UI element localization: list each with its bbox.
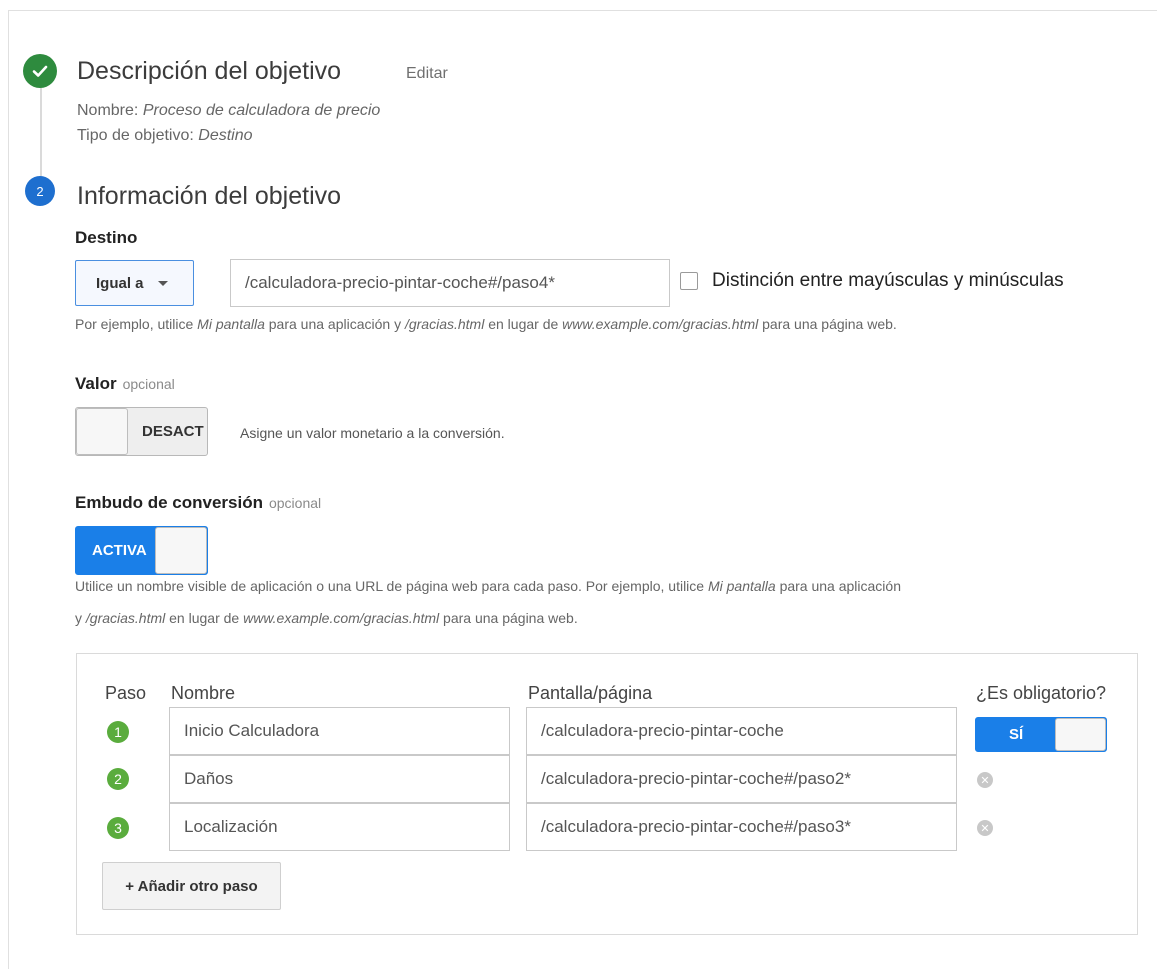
hint-text: para una página web. [443,610,578,626]
step-screen-input[interactable] [526,755,957,803]
add-step-button[interactable]: + Añadir otro paso [102,862,281,910]
step1-title: Descripción del objetivo [77,57,342,85]
step-number-badge: 2 [107,768,129,790]
value-description: Asigne un valor monetario a la conversió… [240,425,505,441]
value-label: Valor [75,374,117,393]
goal-name-value: Proceso de calculadora de precio [142,102,381,119]
remove-step-icon[interactable]: ✕ [977,820,993,836]
optional-tag: opcional [122,376,175,392]
step-number-badge: 3 [107,817,129,839]
hint-example-page: /gracias.html [404,316,485,332]
step-number-badge: 1 [107,721,129,743]
hint-text: en lugar de [488,316,559,332]
destination-input[interactable] [230,259,670,307]
goal-name-line: Nombre: Proceso de calculadora de precio [77,102,380,120]
funnel-toggle-label: ACTIVA [92,542,147,559]
case-sensitive-checkbox[interactable] [680,272,698,290]
goal-name-label: Nombre: [77,102,139,119]
hint-example-app: Mi pantalla [197,316,265,332]
funnel-hint-line2: y /gracias.html en lugar de www.example.… [75,610,578,626]
toggle-knob [76,408,128,455]
goal-type-line: Tipo de objetivo: Destino [77,127,253,145]
value-toggle[interactable]: DESACT [75,407,208,456]
hint-text: en lugar de [169,610,240,626]
step-name-input[interactable] [169,755,510,803]
step2-title: Información del objetivo [77,182,342,210]
required-toggle-label: SÍ [1009,726,1024,743]
hint-text: para una aplicación [779,578,901,594]
column-header-step: Paso [105,683,147,703]
remove-step-icon[interactable]: ✕ [977,772,993,788]
funnel-section-label: Embudo de conversión opcional [75,493,321,513]
optional-tag: opcional [268,495,322,511]
hint-text: Utilice un nombre visible de aplicación … [75,578,705,594]
hint-text: y [75,610,82,626]
hint-example-url: www.example.com/gracias.html [562,316,759,332]
edit-link[interactable]: Editar [406,65,448,83]
hint-text: Por ejemplo, utilice [75,316,194,332]
toggle-knob [1055,718,1106,751]
chevron-down-icon [157,280,168,286]
hint-example-url: www.example.com/gracias.html [243,610,440,626]
value-section-label: Valor opcional [75,374,175,394]
funnel-label: Embudo de conversión [75,493,263,512]
funnel-toggle[interactable]: ACTIVA [75,526,208,575]
step-screen-input[interactable] [526,707,957,755]
step2-number-badge: 2 [25,176,55,206]
value-toggle-label: DESACT [142,423,204,440]
funnel-hint-line1: Utilice un nombre visible de aplicación … [75,578,901,594]
required-toggle[interactable]: SÍ [975,717,1107,752]
toggle-knob [155,527,207,574]
match-type-dropdown[interactable]: Igual a [75,260,194,306]
step-name-input[interactable] [169,707,510,755]
hint-text: para una aplicación y [268,316,402,332]
column-header-required: ¿Es obligatorio? [976,683,1107,703]
stepper-line [40,85,42,185]
hint-text: para una página web. [762,316,897,332]
hint-example-app: Mi pantalla [707,578,776,594]
column-header-screen: Pantalla/página [528,683,653,703]
destination-label: Destino [75,228,138,247]
goal-type-label: Tipo de objetivo: [77,127,194,144]
match-type-value: Igual a [96,274,144,292]
goal-type-value: Destino [198,127,253,144]
column-header-name: Nombre [171,683,236,703]
destination-hint: Por ejemplo, utilice Mi pantalla para un… [75,316,897,332]
step-complete-checkmark-icon [23,54,57,88]
step-screen-input[interactable] [526,803,957,851]
case-sensitive-label: Distinción entre mayúsculas y minúsculas [712,270,1064,291]
step-name-input[interactable] [169,803,510,851]
hint-example-page: /gracias.html [85,610,166,626]
